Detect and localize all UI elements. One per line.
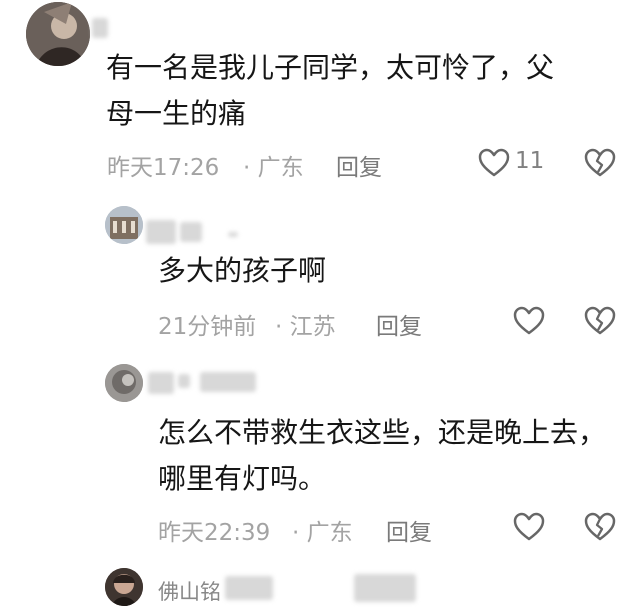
blurred-username — [178, 374, 190, 388]
comment-time: 昨天22:39 — [158, 520, 271, 546]
blurred-username — [354, 574, 416, 602]
broken-heart-icon[interactable] — [583, 148, 617, 182]
avatar[interactable] — [26, 2, 90, 66]
blurred-username — [148, 372, 174, 394]
comment-location: · 江苏 — [275, 314, 336, 340]
avatar[interactable] — [105, 364, 143, 402]
blurred-username — [228, 232, 238, 237]
heart-icon[interactable] — [512, 512, 546, 546]
comment-time: 昨天17:26 — [107, 155, 220, 181]
reply-button[interactable]: 回复 — [386, 513, 432, 547]
blurred-username — [225, 576, 273, 600]
reply-button[interactable]: 回复 — [376, 307, 422, 341]
comment-text: 多大的孩子啊 — [158, 254, 327, 287]
heart-icon[interactable] — [477, 148, 511, 182]
username[interactable]: 佛山铭 — [158, 576, 221, 606]
avatar[interactable] — [105, 206, 143, 244]
broken-heart-icon[interactable] — [583, 306, 617, 340]
comment-text: 怎么不带救生衣这些，还是晚上去， 哪里有灯吗。 — [158, 416, 607, 495]
comment-time: 21分钟前 — [158, 314, 257, 340]
comment-text: 有一名是我儿子同学，太可怜了，父 母一生的痛 — [106, 51, 555, 130]
comment-location: · 广东 — [292, 520, 353, 546]
broken-heart-icon[interactable] — [583, 512, 617, 546]
avatar[interactable] — [105, 568, 143, 606]
like-count: 11 — [515, 148, 545, 174]
blurred-username — [200, 372, 256, 392]
reply-button[interactable]: 回复 — [336, 148, 382, 182]
comment-location: · 广东 — [243, 155, 304, 181]
blurred-username — [146, 220, 176, 244]
heart-icon[interactable] — [512, 306, 546, 340]
blurred-username — [180, 222, 202, 242]
blurred-username — [92, 18, 108, 38]
